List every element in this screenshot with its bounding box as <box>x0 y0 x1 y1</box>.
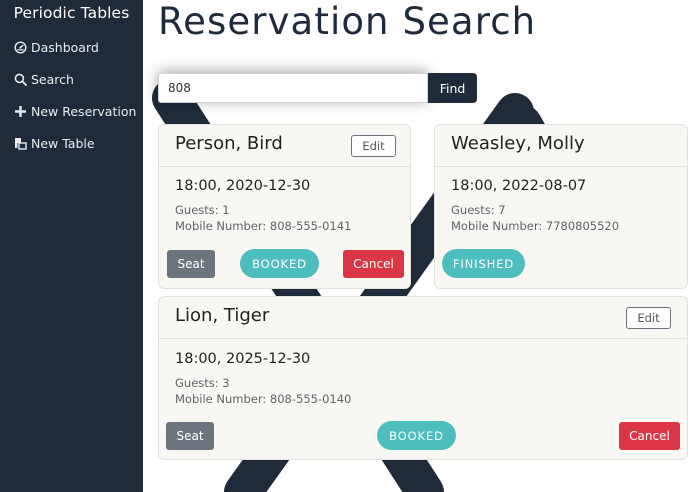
status-badge: BOOKED <box>377 421 456 450</box>
search-icon <box>14 73 27 86</box>
dashboard-icon <box>14 40 27 54</box>
reservation-datetime: 18:00, 2020-12-30 <box>175 178 311 194</box>
reservation-name: Lion, Tiger <box>175 305 270 326</box>
reservation-mobile: Mobile Number: 808-555-0141 <box>175 219 352 233</box>
sidebar-item-label: New Table <box>31 135 95 151</box>
edit-button[interactable]: Edit <box>626 307 671 329</box>
reservation-guests: Guests: 3 <box>175 376 230 390</box>
page-title: Reservation Search <box>158 0 537 43</box>
brand-title[interactable]: Periodic Tables <box>0 4 143 22</box>
status-badge: FINISHED <box>442 249 525 278</box>
reservation-mobile: Mobile Number: 7780805520 <box>451 219 620 233</box>
search-input[interactable] <box>158 73 428 103</box>
reservation-datetime: 18:00, 2022-08-07 <box>451 178 587 194</box>
sidebar-item-label: Search <box>31 71 74 87</box>
reservation-card: Weasley, Molly 18:00, 2022-08-07 Guests:… <box>434 124 688 289</box>
table-icon <box>14 137 27 150</box>
cancel-button[interactable]: Cancel <box>619 422 680 450</box>
reservation-name: Person, Bird <box>175 133 283 154</box>
sidebar-item-dashboard[interactable]: Dashboard <box>14 37 99 57</box>
sidebar-item-search[interactable]: Search <box>14 69 74 89</box>
edit-button[interactable]: Edit <box>351 135 396 157</box>
sidebar-item-label: Dashboard <box>31 39 99 55</box>
sidebar-item-new-reservation[interactable]: New Reservation <box>14 101 136 121</box>
status-badge: BOOKED <box>240 249 319 278</box>
main-content: Reservation Search Find Person, Bird Edi… <box>143 0 700 492</box>
reservation-name: Weasley, Molly <box>451 133 585 154</box>
reservation-datetime: 18:00, 2025-12-30 <box>175 351 311 367</box>
seat-button[interactable]: Seat <box>167 250 215 278</box>
reservation-card: Lion, Tiger Edit 18:00, 2025-12-30 Guest… <box>158 296 688 460</box>
sidebar-item-new-table[interactable]: New Table <box>14 133 95 153</box>
plus-icon <box>14 105 27 118</box>
reservation-guests: Guests: 7 <box>451 203 506 217</box>
sidebar: Periodic Tables Dashboard Search New Res… <box>0 0 143 492</box>
seat-button[interactable]: Seat <box>166 422 214 450</box>
find-button[interactable]: Find <box>428 73 477 103</box>
reservation-guests: Guests: 1 <box>175 203 230 217</box>
reservation-mobile: Mobile Number: 808-555-0140 <box>175 392 352 406</box>
sidebar-item-label: New Reservation <box>31 103 137 119</box>
reservation-card: Person, Bird Edit 18:00, 2020-12-30 Gues… <box>158 124 411 289</box>
cancel-button[interactable]: Cancel <box>343 250 404 278</box>
